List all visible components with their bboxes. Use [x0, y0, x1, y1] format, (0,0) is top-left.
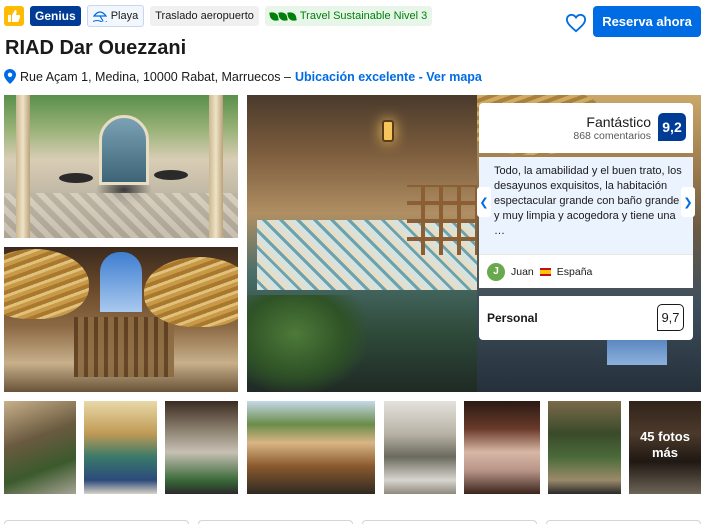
reviewer-name: Juan — [511, 265, 534, 278]
reviewer-row: J Juan España — [479, 254, 693, 288]
thumbnail-photo[interactable] — [165, 401, 238, 494]
more-photos-label: 45 fotos más — [640, 429, 690, 460]
thumbnail-photo[interactable] — [464, 401, 540, 494]
spain-flag-icon — [539, 267, 551, 276]
property-page: Genius Playa Traslado aeropuerto Travel … — [0, 0, 715, 524]
photo-main-interior[interactable] — [247, 95, 477, 392]
rating-word: Fantástico — [586, 114, 651, 130]
location-pin-icon — [4, 69, 16, 84]
airport-shuttle-badge[interactable]: Traslado aeropuerto — [150, 6, 259, 26]
review-count: 868 comentarios — [573, 130, 651, 142]
review-score-badge: 9,2 — [658, 113, 686, 141]
photo-courtyard[interactable] — [4, 95, 238, 238]
genius-badge[interactable]: Genius — [30, 6, 81, 26]
beach-badge[interactable]: Playa — [86, 5, 145, 27]
review-quote-text: Todo, la amabilidad y el buen trato, los… — [494, 165, 682, 237]
reviewer-country: España — [556, 265, 593, 278]
property-title: RIAD Dar Ouezzani — [5, 37, 187, 59]
chevron-right-icon[interactable]: ❯ — [681, 187, 695, 217]
review-quote-card[interactable]: ❮ Todo, la amabilidad y el buen trato, l… — [477, 157, 695, 254]
thumbnail-photo[interactable] — [548, 401, 621, 494]
address-text: Rue Açam 1, Medina, 10000 Rabat, Marruec… — [20, 69, 291, 84]
location-map-link[interactable]: Ubicación excelente - Ver mapa — [295, 70, 482, 84]
more-photos-thumbnail[interactable]: 45 fotos más — [629, 401, 701, 494]
chevron-left-icon[interactable]: ❮ — [477, 187, 491, 217]
beach-umbrella-icon — [92, 11, 107, 22]
beach-label: Playa — [110, 10, 139, 22]
thumbs-up-icon — [4, 6, 24, 26]
leaf-icon — [269, 10, 297, 22]
staff-label: Personal — [487, 311, 538, 325]
address-line: Rue Açam 1, Medina, 10000 Rabat, Marruec… — [4, 69, 482, 84]
staff-score-card[interactable]: Personal 9,7 — [479, 296, 693, 340]
staff-score-badge: 9,7 — [657, 304, 684, 331]
sustainable-badge[interactable]: Travel Sustainable Nivel 3 — [264, 6, 433, 26]
bottom-cards-edge — [0, 516, 715, 524]
photo-lamps[interactable] — [4, 247, 238, 392]
thumbnail-photo[interactable] — [4, 401, 76, 494]
avatar: J — [487, 262, 505, 281]
thumbnail-photo[interactable] — [384, 401, 456, 494]
reserve-now-button[interactable]: Reserva ahora — [593, 6, 701, 37]
thumbnail-photo[interactable] — [247, 401, 375, 494]
thumbnail-photo[interactable] — [84, 401, 157, 494]
sustainable-label: Travel Sustainable Nivel 3 — [299, 10, 428, 22]
heart-icon[interactable] — [565, 13, 587, 33]
badges-row: Genius Playa Traslado aeropuerto Travel … — [4, 5, 433, 27]
review-score-card[interactable]: Fantástico 868 comentarios 9,2 — [479, 103, 693, 153]
